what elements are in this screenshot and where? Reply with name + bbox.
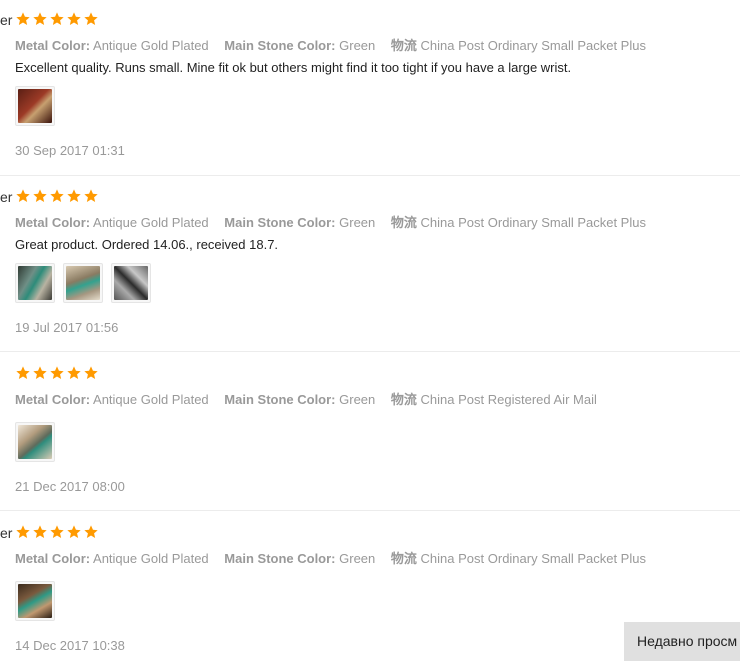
star-icon [16,525,30,538]
star-icon [67,189,81,202]
star-rating [15,524,99,540]
review-divider [0,175,740,176]
prop-key-stone-color: Main Stone Color: [224,392,336,407]
star-icon [50,12,64,25]
star-icon [33,366,47,379]
prop-value-stone-color: Green [339,392,376,407]
prop-key-metal-color: Metal Color: [15,551,91,566]
review-date: 21 Dec 2017 08:00 [15,479,125,494]
star-rating [15,188,99,204]
review-date: 19 Jul 2017 01:56 [15,320,119,335]
order-properties: Metal Color: Antique Gold Plated Main St… [15,389,609,408]
review-photos [15,86,55,126]
star-rating [15,365,99,381]
star-icon [50,189,64,202]
star-icon [16,189,30,202]
review-date: 30 Sep 2017 01:31 [15,143,125,158]
review-photos [15,422,55,462]
prop-value-stone-color: Green [339,551,376,566]
star-icon [84,525,98,538]
star-icon [67,366,81,379]
prop-value-logistics: China Post Ordinary Small Packet Plus [420,551,646,566]
review-photo-thumbnail[interactable] [15,263,55,303]
prop-key-logistics: 物流 [390,38,417,53]
star-icon [84,189,98,202]
review-text: Great product. Ordered 14.06., received … [15,237,279,252]
prop-value-stone-color: Green [339,38,376,53]
review-date: 14 Dec 2017 10:38 [15,638,125,653]
star-icon [50,525,64,538]
prop-value-logistics: China Post Ordinary Small Packet Plus [420,38,646,53]
review-photos [15,581,55,621]
star-icon [33,189,47,202]
star-icon [67,12,81,25]
prop-key-metal-color: Metal Color: [15,38,91,53]
star-icon [50,366,64,379]
review-photo-thumbnail[interactable] [111,263,151,303]
star-icon [16,12,30,25]
star-rating [15,11,99,27]
prop-value-metal-color: Antique Gold Plated [93,215,209,230]
prop-key-metal-color: Metal Color: [15,392,91,407]
reviewer-name[interactable]: er [0,189,12,205]
review-photos [15,263,151,303]
review-photo-thumbnail[interactable] [15,581,55,621]
order-properties: Metal Color: Antique Gold Plated Main St… [15,212,658,231]
recently-viewed-tab[interactable]: Недавно просм [624,622,740,661]
prop-key-stone-color: Main Stone Color: [224,551,336,566]
review-divider [0,510,740,511]
review-photo-thumbnail[interactable] [63,263,103,303]
prop-value-metal-color: Antique Gold Plated [93,392,209,407]
prop-value-logistics: China Post Ordinary Small Packet Plus [420,215,646,230]
prop-value-metal-color: Antique Gold Plated [93,38,209,53]
prop-key-stone-color: Main Stone Color: [224,38,336,53]
review-text: Excellent quality. Runs small. Mine fit … [15,60,572,75]
prop-key-logistics: 物流 [390,551,417,566]
reviewer-name[interactable]: er [0,525,12,541]
star-icon [33,525,47,538]
reviewer-name[interactable]: er [0,12,12,28]
prop-value-metal-color: Antique Gold Plated [93,551,209,566]
prop-key-metal-color: Metal Color: [15,215,91,230]
prop-value-logistics: China Post Registered Air Mail [420,392,597,407]
order-properties: Metal Color: Antique Gold Plated Main St… [15,548,658,567]
star-icon [84,12,98,25]
review-photo-thumbnail[interactable] [15,86,55,126]
star-icon [84,366,98,379]
star-icon [67,525,81,538]
review-divider [0,351,740,352]
star-icon [16,366,30,379]
prop-key-logistics: 物流 [390,215,417,230]
order-properties: Metal Color: Antique Gold Plated Main St… [15,35,658,54]
prop-key-stone-color: Main Stone Color: [224,215,336,230]
star-icon [33,12,47,25]
prop-value-stone-color: Green [339,215,376,230]
prop-key-logistics: 物流 [390,392,417,407]
review-photo-thumbnail[interactable] [15,422,55,462]
